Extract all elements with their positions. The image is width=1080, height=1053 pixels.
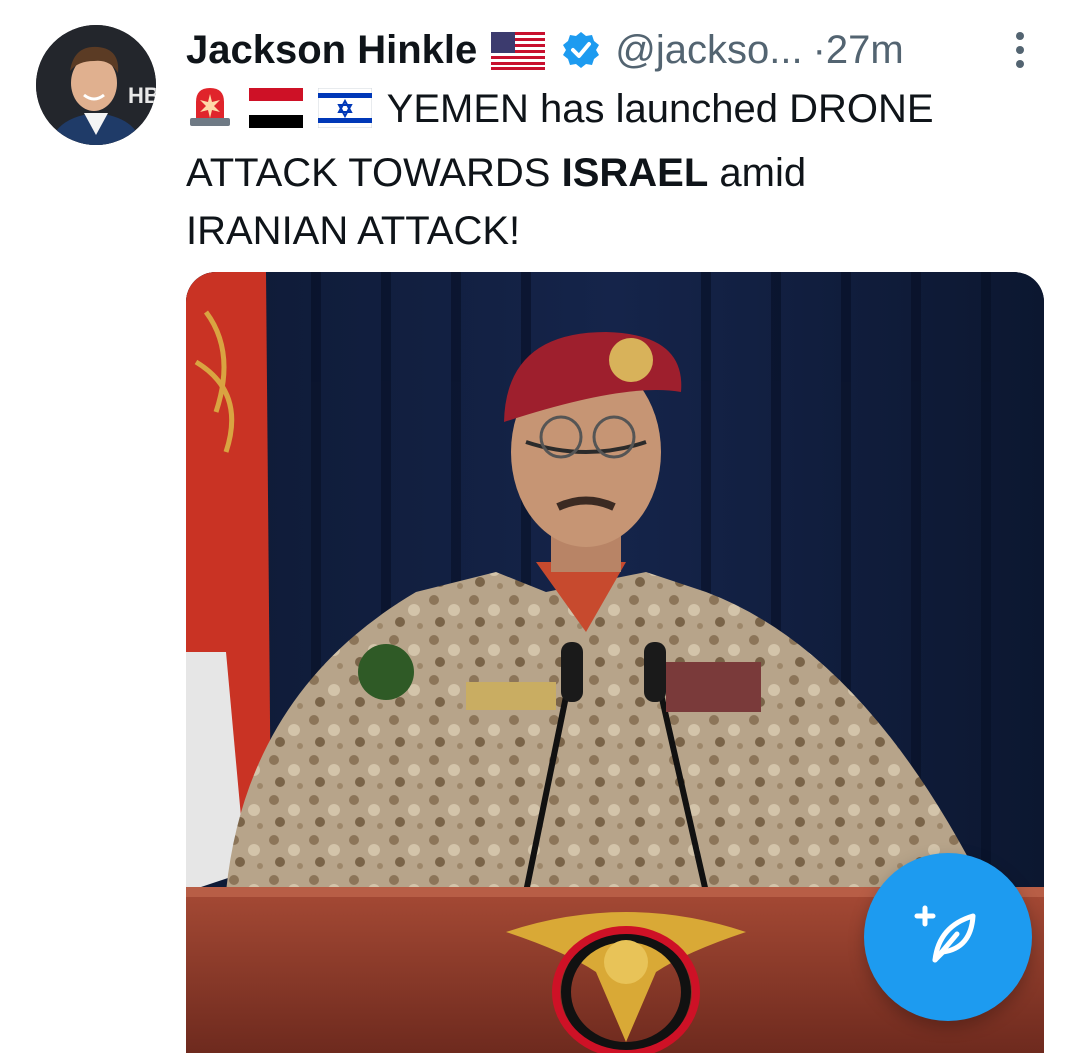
tweet-text-bold-segment: ISRAEL [561, 151, 709, 195]
author-avatar[interactable]: HB [36, 25, 156, 145]
police-light-icon [186, 84, 234, 144]
separator-dot: · [812, 28, 826, 72]
svg-text:HB: HB [128, 83, 156, 108]
avatar-image: HB [36, 25, 156, 145]
compose-tweet-button[interactable] [864, 853, 1032, 1021]
more-options-icon[interactable] [1005, 28, 1035, 72]
tweet-text-line-2: ATTACK TOWARDS ISRAEL amid [186, 144, 1026, 202]
israel-flag-icon [317, 86, 373, 144]
tweet-text-segment: ATTACK TOWARDS [186, 151, 562, 195]
author-handle[interactable]: @jackso... [615, 24, 802, 76]
yemen-flag-icon [249, 86, 304, 144]
tweet-timestamp[interactable]: 27m [826, 24, 904, 76]
tweet-header: Jackson Hinkle @jackso... · 27m [186, 24, 904, 76]
tweet-text-line-1-text: YEMEN has launched DRONE [386, 87, 934, 131]
verified-badge-icon [561, 30, 601, 70]
tweet-text-segment: amid [708, 151, 807, 195]
author-name[interactable]: Jackson Hinkle [186, 24, 477, 76]
tweet-text-line-1: YEMEN has launched DRONE [186, 80, 1026, 144]
compose-feather-icon [913, 900, 983, 975]
us-flag-icon [491, 31, 546, 70]
tweet-text: YEMEN has launched DRONE ATTACK TOWARDS … [186, 80, 1026, 260]
tweet-text-line-3: IRANIAN ATTACK! [186, 209, 521, 253]
